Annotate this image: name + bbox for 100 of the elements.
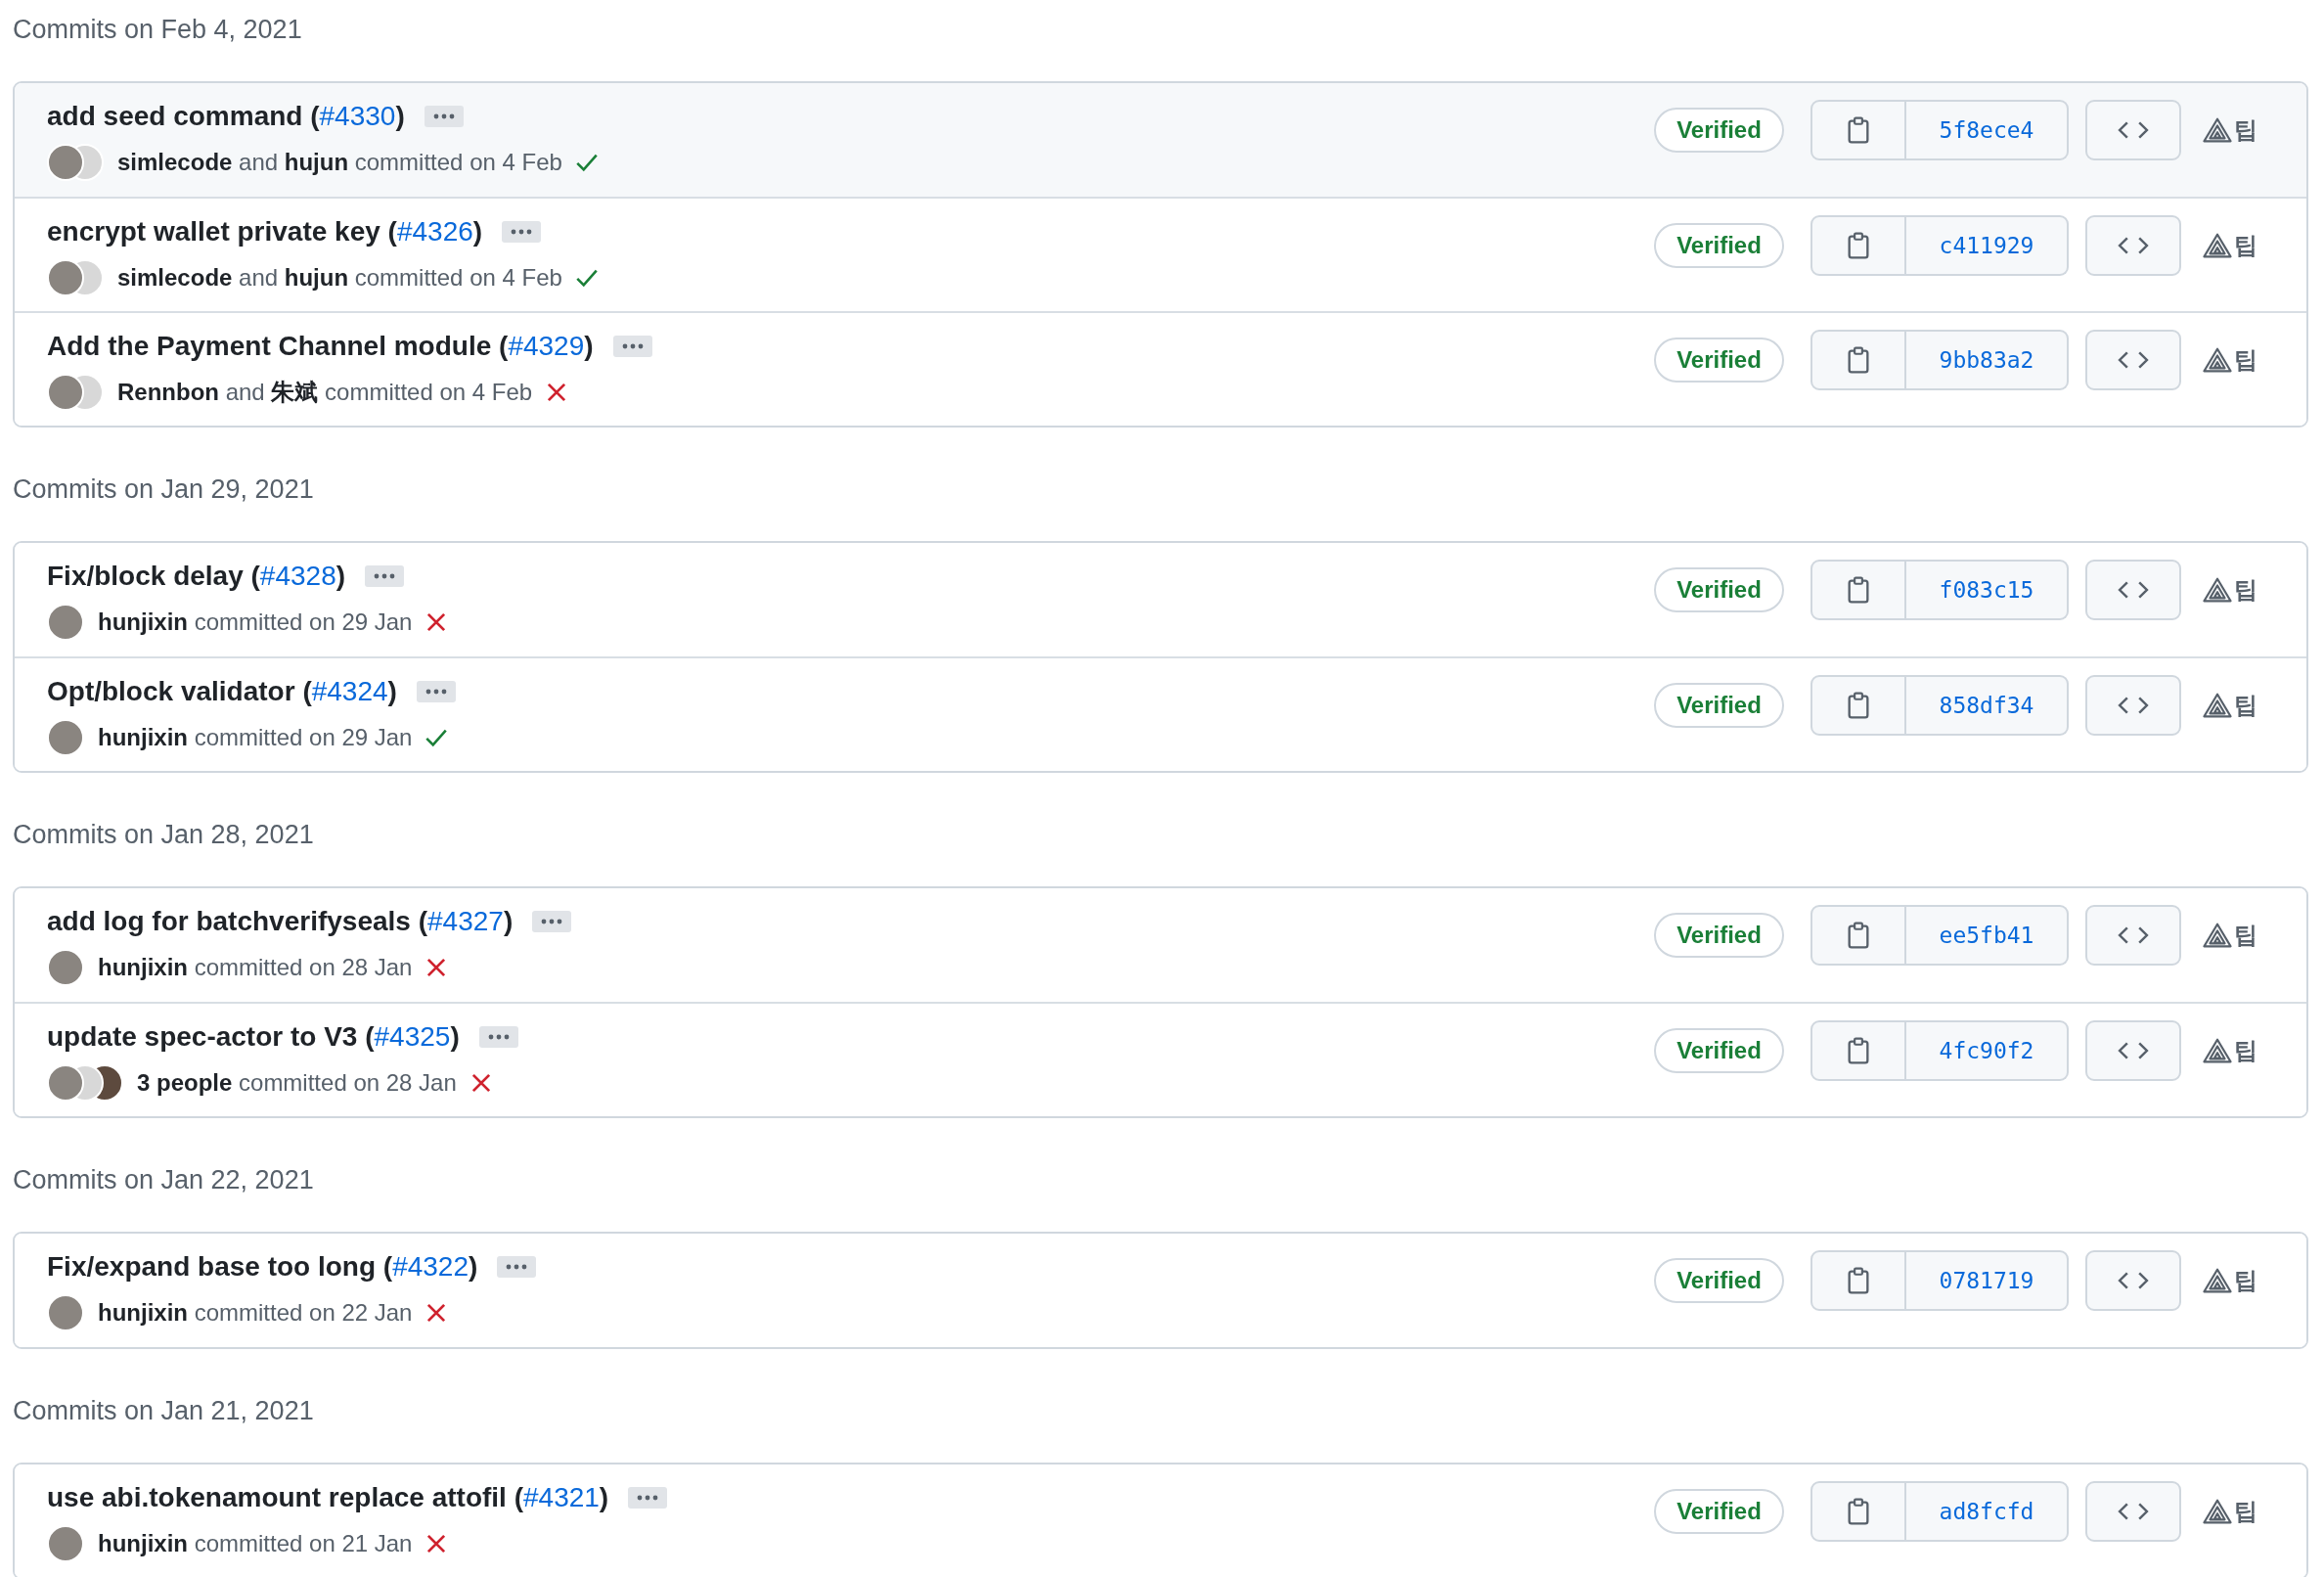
pull-request-link[interactable]: #4328 xyxy=(259,561,336,591)
avatar-stack[interactable] xyxy=(47,144,104,181)
commit-sha-link[interactable]: c411929 xyxy=(1906,215,2069,276)
verified-badge[interactable]: Verified xyxy=(1654,1489,1784,1534)
tip-button[interactable]: 팁 xyxy=(2203,675,2257,736)
triangle-icon xyxy=(2203,233,2232,258)
copy-button[interactable] xyxy=(1810,905,1906,966)
more-button[interactable] xyxy=(532,911,572,932)
pull-request-link[interactable]: #4330 xyxy=(319,101,396,131)
triangle-icon xyxy=(2203,693,2232,718)
commit-sha-link[interactable]: 858df34 xyxy=(1906,675,2069,736)
commit-title: Fix/expand base too long (#4322) xyxy=(47,1250,478,1284)
ellipsis-icon xyxy=(487,1034,510,1040)
date-heading: Commits on Jan 28, 2021 xyxy=(13,819,315,851)
commit-sha-link[interactable]: f083c15 xyxy=(1906,560,2069,620)
commit-byline: simlecode and hujun committed on 4 Feb xyxy=(117,149,562,176)
commit-byline: hunjixin committed on 29 Jan xyxy=(98,724,413,751)
ellipsis-icon xyxy=(425,689,447,695)
commit-sha-link[interactable]: ee5fb41 xyxy=(1906,905,2069,966)
ellipsis-icon xyxy=(541,919,563,924)
avatar-stack[interactable] xyxy=(47,1064,123,1102)
copy-button[interactable] xyxy=(1810,1020,1906,1081)
pull-request-link[interactable]: #4329 xyxy=(508,331,585,361)
copy-button[interactable] xyxy=(1810,215,1906,276)
commit-title: add seed command (#4330) xyxy=(47,100,405,133)
clipboard-icon xyxy=(1846,692,1871,719)
verified-badge[interactable]: Verified xyxy=(1654,1258,1784,1303)
verified-badge[interactable]: Verified xyxy=(1654,683,1784,728)
avatar-stack[interactable] xyxy=(47,374,104,411)
triangle-icon xyxy=(2203,923,2232,948)
ellipsis-icon xyxy=(511,229,533,235)
pull-request-link[interactable]: #4324 xyxy=(311,676,388,706)
code-icon xyxy=(2117,695,2150,716)
tip-button[interactable]: 팁 xyxy=(2203,330,2257,390)
commit-sha-link[interactable]: 4fc90f2 xyxy=(1906,1020,2069,1081)
more-button[interactable] xyxy=(497,1256,537,1278)
more-button[interactable] xyxy=(478,1026,518,1048)
code-icon xyxy=(2117,1040,2150,1061)
triangle-icon xyxy=(2203,1499,2232,1524)
copy-button[interactable] xyxy=(1810,560,1906,620)
triangle-icon xyxy=(2203,577,2232,603)
commit-byline: Rennbon and 朱斌 committed on 4 Feb xyxy=(117,378,533,407)
pull-request-link[interactable]: #4322 xyxy=(392,1251,469,1282)
code-icon xyxy=(2117,349,2150,371)
tip-button[interactable]: 팁 xyxy=(2203,905,2257,966)
copy-button[interactable] xyxy=(1810,100,1906,160)
verified-badge[interactable]: Verified xyxy=(1654,338,1784,383)
more-button[interactable] xyxy=(416,681,456,702)
tip-button[interactable]: 팁 xyxy=(2203,1481,2257,1542)
more-button[interactable] xyxy=(612,336,652,357)
ellipsis-icon xyxy=(432,113,455,119)
pull-request-link[interactable]: #4326 xyxy=(396,216,473,247)
pull-request-link[interactable]: #4321 xyxy=(523,1482,600,1512)
commit-sha-link[interactable]: ad8fcfd xyxy=(1906,1481,2069,1542)
avatar-stack[interactable] xyxy=(47,259,104,296)
commit-sha-link[interactable]: 5f8ece4 xyxy=(1906,100,2069,160)
verified-badge[interactable]: Verified xyxy=(1654,1028,1784,1073)
clipboard-icon xyxy=(1846,116,1871,144)
verified-badge[interactable]: Verified xyxy=(1654,567,1784,612)
commit-byline: 3 people committed on 28 Jan xyxy=(137,1069,457,1097)
commit-title: update spec-actor to V3 (#4325) xyxy=(47,1020,460,1054)
commit-title: add log for batchverifyseals (#4327) xyxy=(47,905,514,938)
commit-byline: hunjixin committed on 21 Jan xyxy=(98,1530,413,1557)
tip-button[interactable]: 팁 xyxy=(2203,215,2257,276)
commit-sha-link[interactable]: 9bb83a2 xyxy=(1906,330,2069,390)
commit-title: Add the Payment Channel module (#4329) xyxy=(47,330,594,363)
code-icon xyxy=(2117,579,2150,601)
pull-request-link[interactable]: #4325 xyxy=(374,1021,451,1052)
ellipsis-icon xyxy=(506,1264,528,1270)
commit-title: use abi.tokenamount replace attofil (#4321) xyxy=(47,1481,609,1514)
more-button[interactable] xyxy=(365,565,405,587)
more-button[interactable] xyxy=(502,221,542,243)
verified-badge[interactable]: Verified xyxy=(1654,223,1784,268)
commit-title: Opt/block validator (#4324) xyxy=(47,675,397,708)
clipboard-icon xyxy=(1846,346,1871,374)
code-icon xyxy=(2117,924,2150,946)
copy-button[interactable] xyxy=(1810,1250,1906,1311)
pull-request-link[interactable]: #4327 xyxy=(427,906,504,936)
verified-badge[interactable]: Verified xyxy=(1654,913,1784,958)
commit-byline: hunjixin committed on 22 Jan xyxy=(98,1299,413,1327)
code-icon xyxy=(2117,1501,2150,1522)
clipboard-icon xyxy=(1846,922,1871,949)
copy-button[interactable] xyxy=(1810,1481,1906,1542)
tip-button[interactable]: 팁 xyxy=(2203,560,2257,620)
commit-title: encrypt wallet private key (#4326) xyxy=(47,215,483,248)
date-heading: Commits on Feb 4, 2021 xyxy=(13,14,303,46)
copy-button[interactable] xyxy=(1810,330,1906,390)
more-button[interactable] xyxy=(424,106,464,127)
tip-button[interactable]: 팁 xyxy=(2203,100,2257,160)
triangle-icon xyxy=(2203,1268,2232,1293)
more-button[interactable] xyxy=(628,1487,668,1509)
tip-button[interactable]: 팁 xyxy=(2203,1020,2257,1081)
copy-button[interactable] xyxy=(1810,675,1906,736)
commit-sha-link[interactable]: 0781719 xyxy=(1906,1250,2069,1311)
date-heading: Commits on Jan 29, 2021 xyxy=(13,473,315,506)
date-heading: Commits on Jan 22, 2021 xyxy=(13,1164,315,1196)
tip-button[interactable]: 팁 xyxy=(2203,1250,2257,1311)
verified-badge[interactable]: Verified xyxy=(1654,108,1784,153)
triangle-icon xyxy=(2203,117,2232,143)
clipboard-icon xyxy=(1846,576,1871,604)
